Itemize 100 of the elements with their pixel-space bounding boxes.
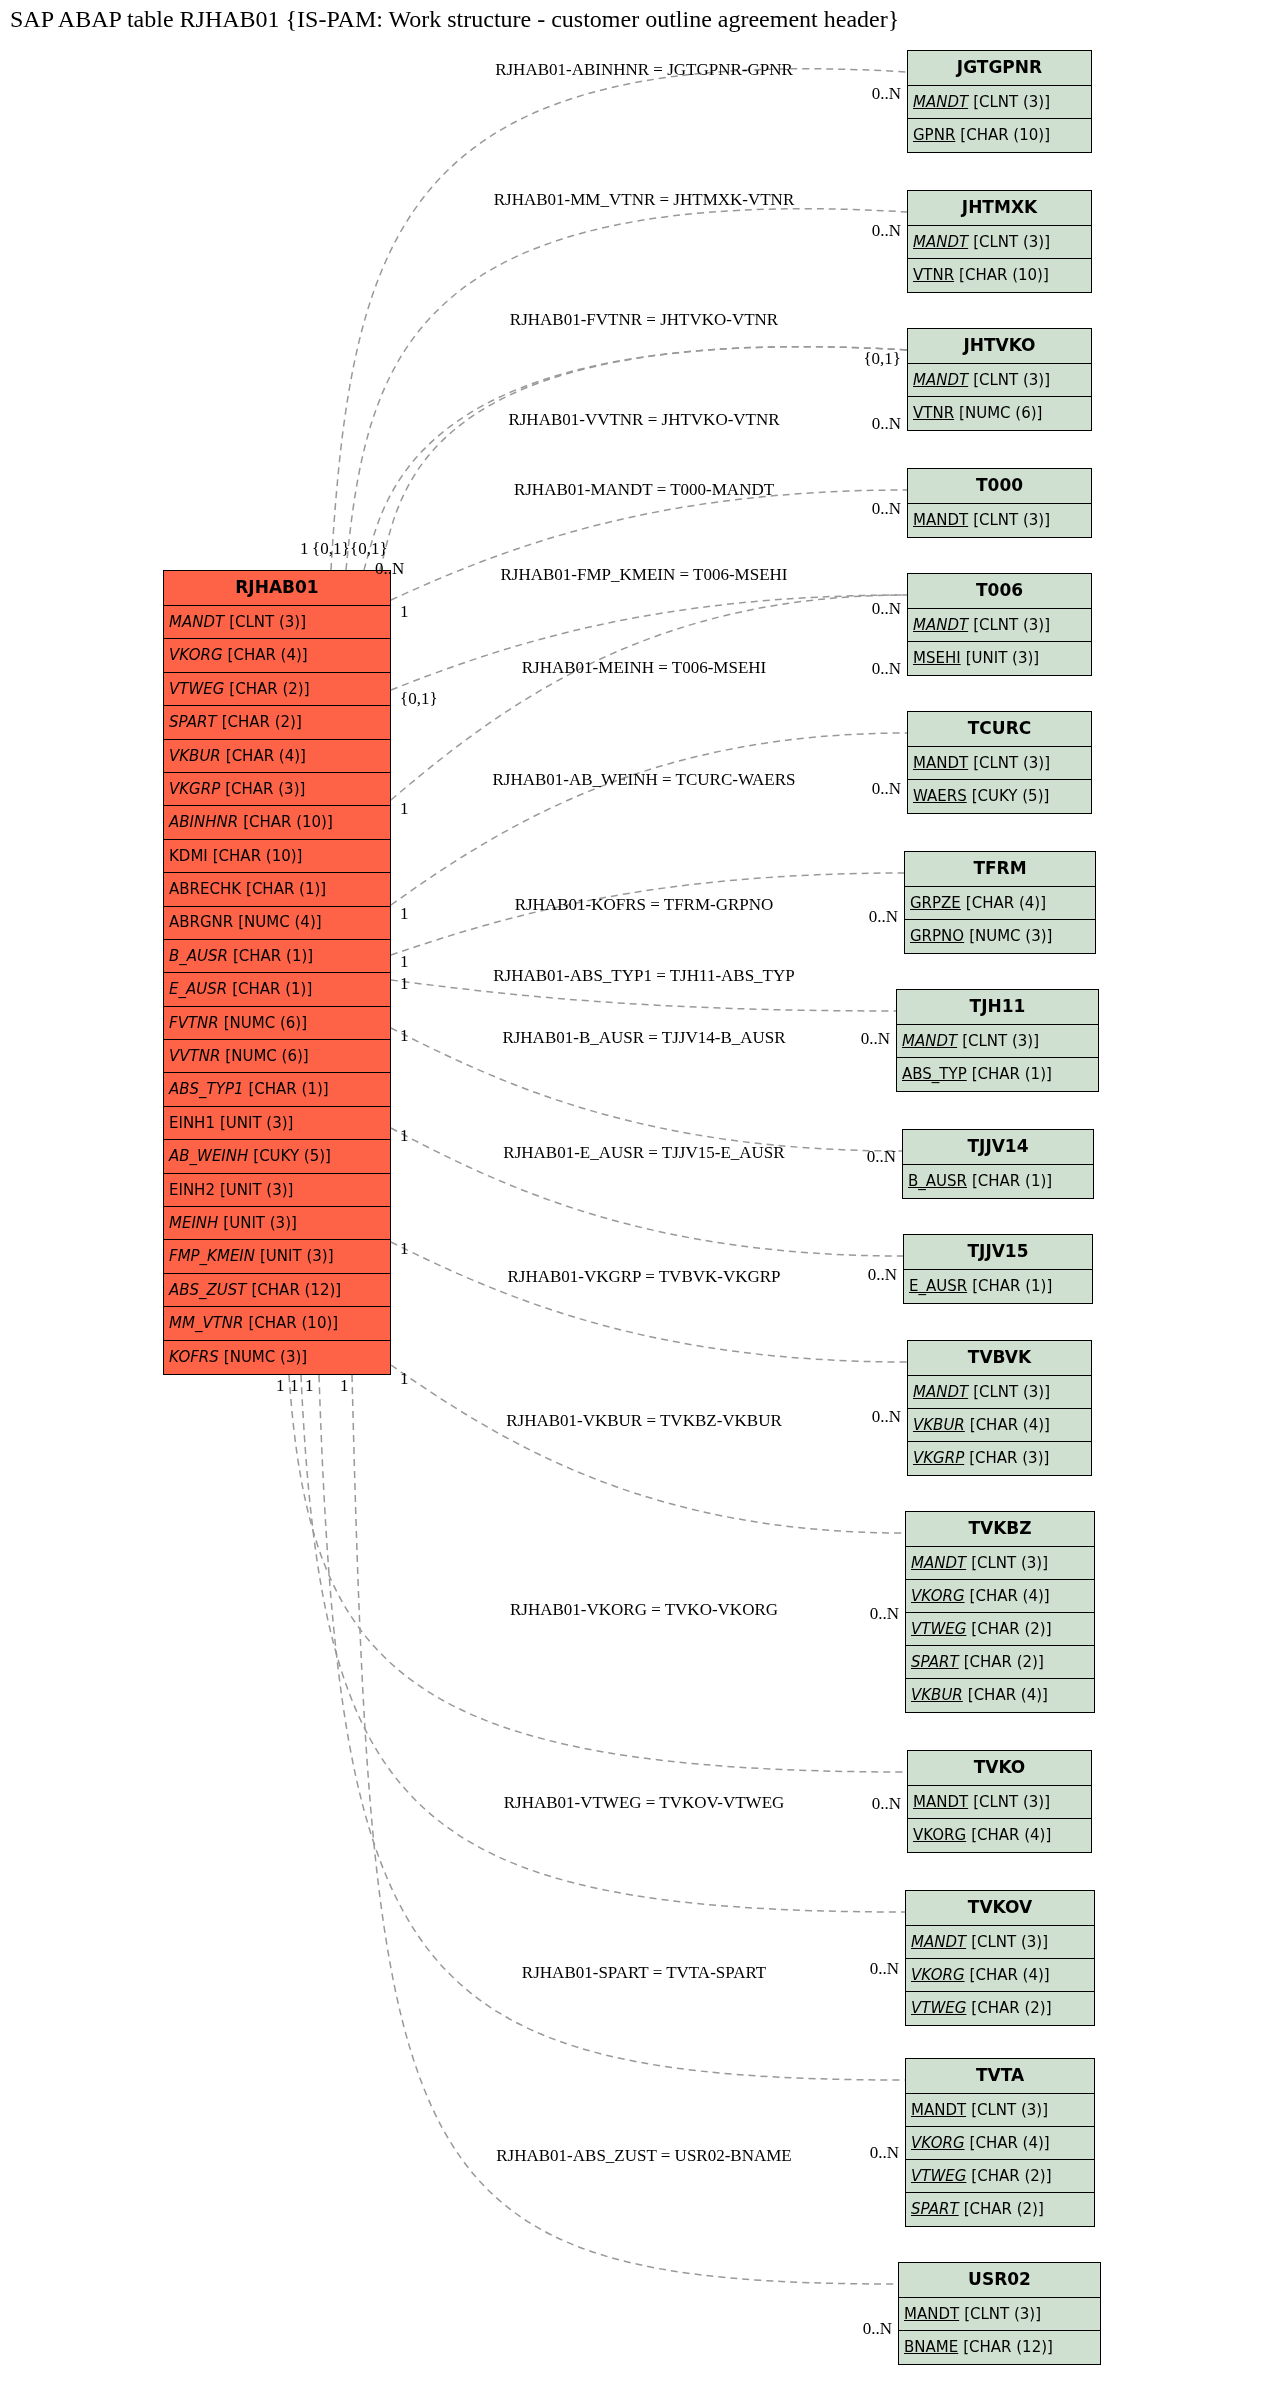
field-type: [CHAR (10)] [248,1313,339,1335]
cardinality-label: 1 [400,603,409,621]
cardinality-label: {0,1} [863,350,901,368]
field-name: ABRGNR [169,912,234,934]
field-name: EINH1 [169,1112,215,1134]
relation-label: RJHAB01-MANDT = T000-MANDT [513,480,775,500]
field-name: VKGRP [913,1448,965,1470]
field-type: [CHAR (4)] [967,1685,1048,1707]
field-name: VTWEG [911,1998,967,2020]
field-type: [CHAR (4)] [969,1414,1050,1436]
field-type: [CHAR (4)] [969,2132,1050,2154]
field-type: [CHAR (2)] [971,2165,1052,2187]
field-name: MSEHI [913,648,961,670]
field-type: [CHAR (4)] [965,892,1046,914]
field-name: MANDT [913,1381,969,1403]
table-name: JGTGPNR [908,51,1091,86]
field-name: VKORG [911,2132,965,2154]
field-type: [UNIT (3)] [219,1112,294,1134]
field-type: [CHAR (1)] [971,1064,1052,1086]
field-type: [CLNT (3)] [971,1931,1049,1953]
cardinality-label: 0..N [866,1148,896,1166]
relation-label: RJHAB01-FVTNR = JHTVKO-VTNR [509,310,779,330]
cardinality-label: 0..N [871,780,901,798]
field-type: [CHAR (4)] [969,1964,1050,1986]
field-name: ABS_TYP [902,1064,967,1086]
relation-label: RJHAB01-VTWEG = TVKOV-VTWEG [503,1793,785,1813]
field-type: [CHAR (4)] [969,1585,1050,1607]
field-name: AB_WEINH [169,1146,249,1168]
cardinality-label: 0..N [869,2144,899,2162]
field-type: [CHAR (1)] [972,1171,1053,1193]
field-type: [CLNT (3)] [973,91,1051,113]
field-name: FVTNR [169,1012,219,1034]
cardinality-label: 1 [276,1377,285,1395]
table-name: TJJV15 [904,1235,1092,1270]
field-type: [CLNT (3)] [973,510,1051,532]
field-name: FMP_KMEIN [169,1246,255,1268]
cardinality-label: 0..N [860,1030,890,1048]
field-type: [CHAR (1)] [232,979,313,1001]
field-name: MANDT [911,2099,967,2121]
field-name: ABRECHK [169,879,242,901]
table-name: TVTA [906,2059,1094,2094]
field-name: SPART [169,712,217,734]
field-type: [CUKY (5)] [253,1146,331,1168]
field-type: [CHAR (4)] [225,745,306,767]
table-name: JHTVKO [908,329,1091,364]
cardinality-label: 0..N [869,1605,899,1623]
relation-label: RJHAB01-VKORG = TVKO-VKORG [509,1600,779,1620]
field-type: [CHAR (1)] [233,945,314,967]
cardinality-label: 0..N [871,1408,901,1426]
relation-label: RJHAB01-ABS_ZUST = USR02-BNAME [496,2146,792,2166]
field-type: [CHAR (3)] [225,778,306,800]
field-type: [CHAR (10)] [959,265,1049,287]
field-type: [NUMC (6)] [223,1012,308,1034]
cardinality-label: 0..N [869,1960,899,1978]
cardinality-label: 0..N [871,500,901,518]
field-name: MANDT [904,2303,960,2325]
field-name: ABINHNR [169,812,239,834]
field-name: BNAME [904,2337,959,2359]
field-name: KOFRS [169,1347,219,1369]
table-name: TVKOV [906,1891,1094,1926]
cardinality-label: 0..N [871,1795,901,1813]
field-type: [CHAR (2)] [963,2199,1044,2221]
field-type: [CLNT (3)] [973,1791,1051,1813]
relation-label: RJHAB01-VKGRP = TVBVK-VKGRP [507,1267,781,1287]
field-type: [UNIT (3)] [219,1179,294,1201]
field-type: [CLNT (3)] [973,614,1051,636]
cardinality-label: {0,1} [350,540,388,558]
field-type: [CHAR (3)] [969,1448,1050,1470]
field-name: MANDT [902,1030,958,1052]
field-name: MANDT [913,369,969,391]
cardinality-label: 1 [400,905,409,923]
field-name: SPART [911,1651,959,1673]
relation-label: RJHAB01-KOFRS = TFRM-GRPNO [514,895,774,915]
field-name: MANDT [911,1931,967,1953]
field-name: B_AUSR [169,945,228,967]
field-name: B_AUSR [908,1171,967,1193]
field-type: [UNIT (3)] [223,1212,297,1234]
field-name: VKORG [911,1585,965,1607]
table-name: TVKBZ [906,1512,1094,1547]
field-type: [CHAR (2)] [963,1651,1044,1673]
field-type: [CHAR (10)] [212,845,303,867]
field-name: MANDT [913,752,969,774]
field-type: [CHAR (12)] [963,2337,1053,2359]
cardinality-label: 1 [400,1370,409,1388]
field-name: MANDT [913,614,969,636]
table-name: JHTMXK [908,191,1091,226]
cardinality-label: 1 [400,953,409,971]
cardinality-label: 0..N [867,1266,897,1284]
field-name: MANDT [913,231,969,253]
field-name: MANDT [913,1791,969,1813]
field-type: [CHAR (2)] [229,678,310,700]
relation-label: RJHAB01-FMP_KMEIN = T006-MSEHI [500,565,788,585]
cardinality-label: 1 [400,1240,409,1258]
field-name: E_AUSR [169,979,228,1001]
field-type: [CLNT (3)] [964,2303,1042,2325]
field-name: VKORG [913,1825,967,1847]
field-name: VKBUR [913,1414,965,1436]
field-name: GRPNO [910,926,965,948]
field-type: [CHAR (4)] [227,645,308,667]
field-name: EINH2 [169,1179,215,1201]
